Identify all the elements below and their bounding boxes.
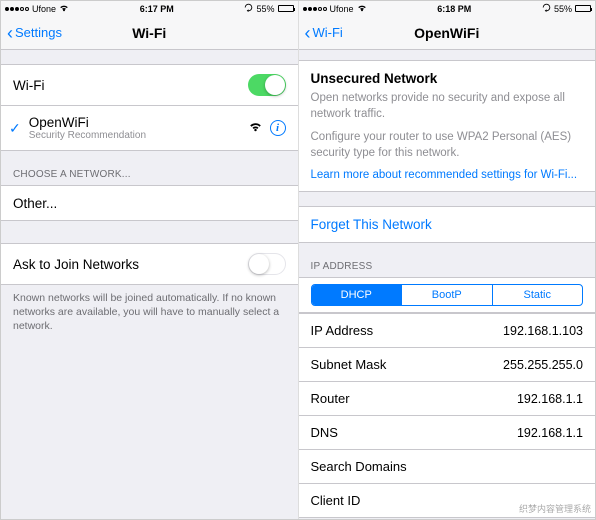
battery-pct: 55% <box>256 4 274 14</box>
settings-body: Wi-Fi ✓ OpenWiFi Security Recommendation… <box>1 50 298 519</box>
signal-dots-icon <box>5 7 29 11</box>
nav-bar: ‹ Settings Wi-Fi <box>1 16 298 50</box>
ip-address-header: IP ADDRESS <box>299 243 596 277</box>
chevron-left-icon: ‹ <box>7 24 13 42</box>
orientation-lock-icon <box>542 3 551 14</box>
unsecured-body-1: Open networks provide no security and ex… <box>311 91 584 122</box>
status-bar: Ufone 6:18 PM 55% <box>299 1 596 16</box>
network-detail-screen: Ufone 6:18 PM 55% ‹ Wi-Fi OpenWiFi Unsec… <box>298 1 596 519</box>
row-key: Router <box>311 391 517 406</box>
row-key: Subnet Mask <box>311 357 504 372</box>
wifi-toggle[interactable] <box>248 74 286 96</box>
table-row: Subnet Mask 255.255.255.0 <box>299 348 596 382</box>
learn-more-link[interactable]: Learn more about recommended settings fo… <box>311 169 584 181</box>
checkmark-icon: ✓ <box>9 120 21 137</box>
chevron-left-icon: ‹ <box>305 24 311 42</box>
signal-dots-icon <box>303 7 327 11</box>
clock: 6:18 PM <box>367 4 542 14</box>
connected-network-row[interactable]: ✓ OpenWiFi Security Recommendation i <box>1 106 298 151</box>
table-row[interactable]: Search Domains <box>299 450 596 484</box>
row-value: 255.255.255.0 <box>503 358 583 372</box>
segment-dhcp[interactable]: DHCP <box>312 285 402 305</box>
wifi-signal-icon <box>249 121 262 135</box>
row-value: 192.168.1.103 <box>503 324 583 338</box>
forget-network-button[interactable]: Forget This Network <box>299 206 596 243</box>
back-button[interactable]: ‹ Wi-Fi <box>305 24 343 42</box>
nav-bar: ‹ Wi-Fi OpenWiFi <box>299 16 596 50</box>
table-row: IP Address 192.168.1.103 <box>299 313 596 348</box>
info-icon[interactable]: i <box>270 120 286 136</box>
other-network-row[interactable]: Other... <box>1 185 298 221</box>
other-label: Other... <box>13 196 286 211</box>
wifi-toggle-row: Wi-Fi <box>1 64 298 106</box>
wifi-status-icon <box>59 4 69 14</box>
ip-details-table: IP Address 192.168.1.103 Subnet Mask 255… <box>299 313 596 518</box>
wifi-settings-screen: Ufone 6:17 PM 55% ‹ Settings Wi-Fi Wi-Fi… <box>1 1 298 519</box>
back-label: Settings <box>15 25 62 40</box>
clock: 6:17 PM <box>69 4 244 14</box>
detail-body: Unsecured Network Open networks provide … <box>299 50 596 519</box>
connected-network-subtitle: Security Recommendation <box>29 130 249 141</box>
back-label: Wi-Fi <box>313 25 343 40</box>
ask-to-join-toggle[interactable] <box>248 253 286 275</box>
connected-network-name: OpenWiFi <box>29 115 249 130</box>
ip-mode-segmented[interactable]: DHCP BootP Static <box>311 284 584 306</box>
ask-to-join-label: Ask to Join Networks <box>13 257 248 272</box>
wifi-toggle-label: Wi-Fi <box>13 78 248 93</box>
ask-to-join-row: Ask to Join Networks <box>1 243 298 285</box>
carrier-label: Ufone <box>32 4 56 14</box>
row-key: Search Domains <box>311 459 584 474</box>
carrier-label: Ufone <box>330 4 354 14</box>
segment-static[interactable]: Static <box>492 285 583 305</box>
wifi-status-icon <box>357 4 367 14</box>
table-row: Router 192.168.1.1 <box>299 382 596 416</box>
row-key: DNS <box>311 425 517 440</box>
status-bar: Ufone 6:17 PM 55% <box>1 1 298 16</box>
battery-icon <box>278 5 294 12</box>
choose-network-header: CHOOSE A NETWORK... <box>1 151 298 185</box>
unsecured-body-2: Configure your router to use WPA2 Person… <box>311 130 584 161</box>
table-row: DNS 192.168.1.1 <box>299 416 596 450</box>
orientation-lock-icon <box>244 3 253 14</box>
unsecured-warning: Unsecured Network Open networks provide … <box>299 60 596 192</box>
watermark-text: 织梦内容管理系统 <box>519 504 591 515</box>
battery-pct: 55% <box>554 4 572 14</box>
row-value: 192.168.1.1 <box>517 392 583 406</box>
battery-icon <box>575 5 591 12</box>
ask-to-join-footer: Known networks will be joined automatica… <box>1 285 298 340</box>
segment-bootp[interactable]: BootP <box>401 285 492 305</box>
row-key: IP Address <box>311 323 504 338</box>
back-button[interactable]: ‹ Settings <box>7 24 62 42</box>
unsecured-heading: Unsecured Network <box>311 71 584 86</box>
row-value: 192.168.1.1 <box>517 426 583 440</box>
